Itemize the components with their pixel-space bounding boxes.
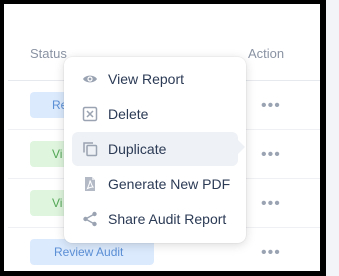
row-actions-button[interactable]: ••• xyxy=(261,244,281,262)
background-strip xyxy=(326,0,339,276)
column-header-action: Action xyxy=(248,46,285,61)
menu-item-view-report[interactable]: View Report xyxy=(72,62,238,96)
pdf-icon xyxy=(82,176,98,192)
menu-item-label: Duplicate xyxy=(108,141,167,157)
row-actions-button[interactable]: ••• xyxy=(261,146,281,164)
row-actions-button[interactable]: ••• xyxy=(261,97,281,115)
eye-icon xyxy=(82,71,98,87)
menu-item-delete[interactable]: Delete xyxy=(72,97,238,131)
menu-item-generate-pdf[interactable]: Generate New PDF xyxy=(72,167,238,201)
menu-item-label: View Report xyxy=(108,71,185,87)
menu-item-duplicate[interactable]: Duplicate xyxy=(72,132,238,166)
copy-icon xyxy=(82,141,98,157)
row-actions-button[interactable]: ••• xyxy=(261,195,281,213)
share-icon xyxy=(82,211,98,227)
column-header-status[interactable]: Status xyxy=(30,46,67,61)
menu-item-label: Delete xyxy=(108,106,149,122)
menu-caret xyxy=(238,140,245,154)
delete-box-icon xyxy=(82,106,98,122)
menu-item-share-audit-report[interactable]: Share Audit Report xyxy=(72,202,238,236)
menu-item-label: Generate New PDF xyxy=(108,176,231,192)
row-actions-menu: View Report Delete Duplicate Generate Ne… xyxy=(64,57,246,243)
menu-item-label: Share Audit Report xyxy=(108,211,227,227)
